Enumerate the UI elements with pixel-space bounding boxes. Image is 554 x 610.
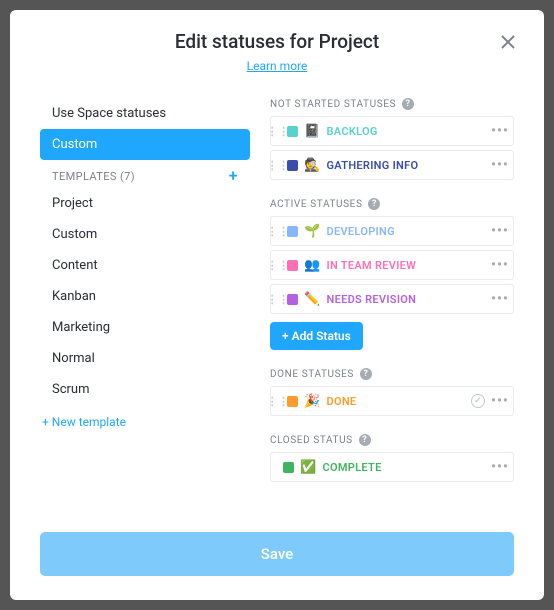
- status-label: BACKLOG: [327, 125, 492, 138]
- closed-group: CLOSED STATUS ? ✅ COMPLETE •••: [270, 434, 514, 482]
- status-emoji: ✅: [300, 460, 317, 475]
- status-row[interactable]: ⋮⋮ 🎉 DONE ✓ •••: [270, 386, 514, 416]
- add-template-icon[interactable]: +: [229, 168, 238, 184]
- add-status-button[interactable]: + Add Status: [270, 322, 363, 350]
- status-label: GATHERING INFO: [327, 159, 492, 172]
- template-item[interactable]: Content: [40, 250, 250, 281]
- color-swatch[interactable]: [287, 260, 298, 271]
- right-panel: NOT STARTED STATUSES ? ⋮⋮ 📓 BACKLOG ••• …: [270, 98, 514, 532]
- more-icon[interactable]: •••: [491, 157, 513, 173]
- template-item[interactable]: Custom: [40, 219, 250, 250]
- template-item[interactable]: Normal: [40, 343, 250, 374]
- color-swatch[interactable]: [287, 294, 298, 305]
- status-label: DEVELOPING: [327, 225, 492, 238]
- save-button[interactable]: Save: [40, 532, 514, 576]
- templates-header: TEMPLATES (7) +: [40, 160, 250, 188]
- help-icon[interactable]: ?: [359, 434, 371, 446]
- close-icon: [500, 34, 516, 50]
- status-emoji: 🕵️: [304, 158, 321, 173]
- drag-handle-icon[interactable]: ⋮⋮: [271, 217, 285, 245]
- more-icon[interactable]: •••: [491, 393, 513, 409]
- drag-handle-icon[interactable]: ⋮⋮: [271, 387, 285, 415]
- status-label: IN TEAM REVIEW: [327, 259, 492, 272]
- template-item[interactable]: Marketing: [40, 312, 250, 343]
- check-circle-icon[interactable]: ✓: [471, 394, 485, 408]
- template-item[interactable]: Scrum: [40, 374, 250, 405]
- status-row[interactable]: ⋮⋮ 🕵️ GATHERING INFO •••: [270, 150, 514, 180]
- new-template-button[interactable]: + New template: [40, 405, 250, 439]
- modal-body: Use Space statuses Custom TEMPLATES (7) …: [40, 98, 514, 532]
- status-row[interactable]: ⋮⋮ 👥 IN TEAM REVIEW •••: [270, 250, 514, 280]
- status-emoji: 👥: [304, 258, 321, 273]
- drag-handle-icon[interactable]: ⋮⋮: [271, 117, 285, 145]
- group-label-active: ACTIVE STATUSES ?: [270, 198, 514, 210]
- status-emoji: 🌱: [304, 224, 321, 239]
- color-swatch[interactable]: [287, 160, 298, 171]
- more-icon[interactable]: •••: [491, 223, 513, 239]
- color-swatch[interactable]: [287, 126, 298, 137]
- active-group: ACTIVE STATUSES ? ⋮⋮ 🌱 DEVELOPING ••• ⋮⋮…: [270, 198, 514, 350]
- status-label: DONE: [327, 395, 472, 408]
- status-row[interactable]: ⋮⋮ ✏️ NEEDS REVISION •••: [270, 284, 514, 314]
- modal-title: Edit statuses for Project: [40, 30, 514, 53]
- status-row[interactable]: ✅ COMPLETE •••: [270, 452, 514, 482]
- templates-header-label: TEMPLATES (7): [52, 170, 135, 183]
- drag-handle-icon[interactable]: ⋮⋮: [271, 251, 285, 279]
- not-started-group: NOT STARTED STATUSES ? ⋮⋮ 📓 BACKLOG ••• …: [270, 98, 514, 180]
- custom-option[interactable]: Custom: [40, 129, 250, 160]
- status-emoji: 🎉: [304, 394, 321, 409]
- use-space-statuses-option[interactable]: Use Space statuses: [40, 98, 250, 129]
- status-row[interactable]: ⋮⋮ 📓 BACKLOG •••: [270, 116, 514, 146]
- color-swatch[interactable]: [287, 396, 298, 407]
- drag-handle-icon[interactable]: ⋮⋮: [271, 151, 285, 179]
- drag-handle-icon[interactable]: ⋮⋮: [271, 285, 285, 313]
- more-icon[interactable]: •••: [491, 257, 513, 273]
- status-label: COMPLETE: [323, 461, 492, 474]
- help-icon[interactable]: ?: [368, 198, 380, 210]
- template-item[interactable]: Kanban: [40, 281, 250, 312]
- close-button[interactable]: [496, 30, 520, 54]
- template-item[interactable]: Project: [40, 188, 250, 219]
- modal-header: Edit statuses for Project Learn more: [40, 30, 514, 74]
- group-label-not-started: NOT STARTED STATUSES ?: [270, 98, 514, 110]
- learn-more-link[interactable]: Learn more: [247, 59, 308, 73]
- edit-statuses-modal: Edit statuses for Project Learn more Use…: [10, 10, 544, 600]
- color-swatch[interactable]: [283, 462, 294, 473]
- more-icon[interactable]: •••: [491, 459, 513, 475]
- help-icon[interactable]: ?: [360, 368, 372, 380]
- done-group: DONE STATUSES ? ⋮⋮ 🎉 DONE ✓ •••: [270, 368, 514, 416]
- status-label: NEEDS REVISION: [327, 293, 492, 306]
- help-icon[interactable]: ?: [402, 98, 414, 110]
- status-emoji: 📓: [304, 124, 321, 139]
- more-icon[interactable]: •••: [491, 123, 513, 139]
- more-icon[interactable]: •••: [491, 291, 513, 307]
- left-panel: Use Space statuses Custom TEMPLATES (7) …: [40, 98, 250, 532]
- group-label-closed: CLOSED STATUS ?: [270, 434, 514, 446]
- status-row[interactable]: ⋮⋮ 🌱 DEVELOPING •••: [270, 216, 514, 246]
- status-emoji: ✏️: [304, 292, 321, 307]
- color-swatch[interactable]: [287, 226, 298, 237]
- group-label-done: DONE STATUSES ?: [270, 368, 514, 380]
